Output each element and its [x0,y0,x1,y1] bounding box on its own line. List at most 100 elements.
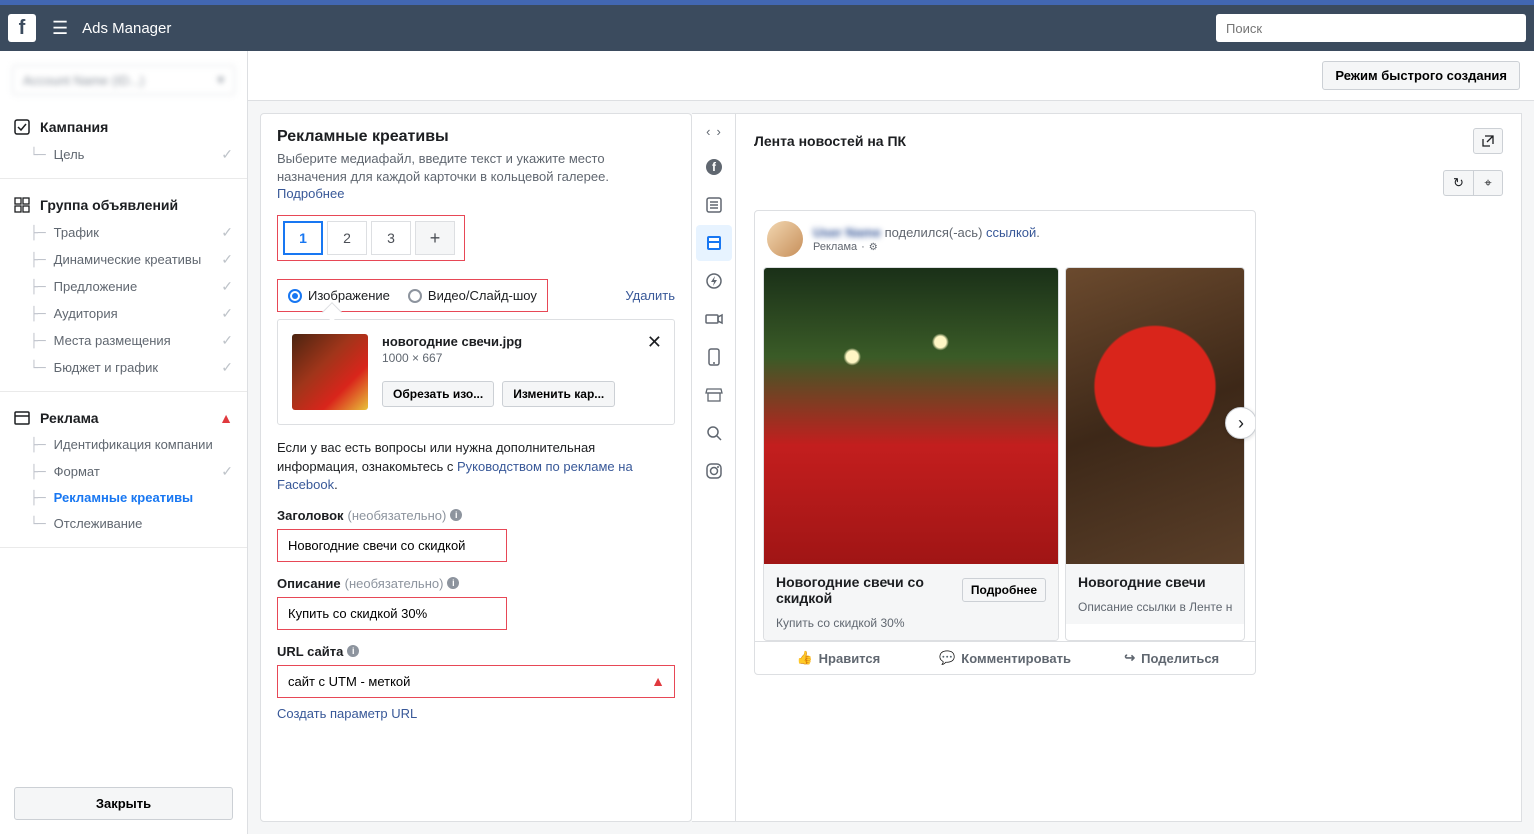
carousel-card-1[interactable]: Новогодние свечи со скидкой Подробнее Ку… [763,267,1059,641]
change-image-button[interactable]: Изменить кар... [502,381,615,407]
ad-icon [14,410,30,426]
carousel-card-title: Новогодние свечи со скидкой [776,574,954,606]
next-placement-icon[interactable]: › [717,124,721,139]
left-sidebar: Account Name (ID...) ▾ Кампания └─Цель ✓… [0,51,248,834]
sponsored-label: Реклама [813,241,857,253]
placement-instant-icon[interactable] [696,263,732,299]
check-icon: ✓ [221,278,233,295]
nav-item-budget[interactable]: └─Бюджет и график✓ [0,354,247,381]
ad-preview-card: User Name поделился(-ась) ссылкой. Рекла… [754,210,1256,675]
media-type-video[interactable]: Видео/Слайд-шоу [408,288,537,303]
carousel-image [764,268,1058,564]
check-icon: ✓ [221,332,233,349]
nav-item-offer[interactable]: ├─Предложение✓ [0,273,247,300]
learn-more-link[interactable]: Подробнее [277,186,344,201]
carousel-card-2[interactable]: Новогодние свечи Описание ссылки в Ленте… [1065,267,1245,641]
like-button[interactable]: 👍 Нравится [755,642,922,674]
nav-campaign-label: Кампания [40,119,108,135]
close-button[interactable]: Закрыть [14,787,233,820]
media-type-image[interactable]: Изображение [288,288,390,303]
placement-facebook-icon[interactable]: f [696,149,732,185]
account-selector[interactable]: Account Name (ID...) ▾ [12,65,235,95]
adset-icon [14,197,30,213]
menu-icon[interactable]: ☰ [52,18,68,39]
placement-marketplace-icon[interactable] [696,377,732,413]
comment-icon: 💬 [939,650,955,666]
check-icon: ✓ [221,146,233,163]
nav-item-format[interactable]: ├─Формат✓ [0,458,247,485]
card-tab-3[interactable]: 3 [371,221,411,255]
gear-icon[interactable]: ⚙ [869,242,878,253]
url-label: URL сайта i [277,644,675,659]
carousel-card-desc: Купить со скидкой 30% [776,616,1046,630]
url-input[interactable] [277,665,675,698]
nav-ad-header[interactable]: Реклама ▲ [0,404,247,432]
placement-instagram-icon[interactable] [696,453,732,489]
info-icon[interactable]: i [447,577,459,589]
placement-search-icon[interactable] [696,415,732,451]
page-avatar [767,221,803,257]
nav-item-tracking[interactable]: └─Отслеживание [0,511,247,537]
radio-unchecked-icon [408,289,422,303]
share-button[interactable]: ↪ Поделиться [1088,642,1255,674]
campaign-icon [14,119,30,135]
nav-item-goal[interactable]: └─Цель ✓ [0,141,247,168]
shared-link[interactable]: ссылкой [986,225,1036,240]
nav-item-placements[interactable]: ├─Места размещения✓ [0,327,247,354]
comment-button[interactable]: 💬 Комментировать [922,642,1089,674]
facebook-logo-icon[interactable]: f [8,14,36,42]
prev-placement-icon[interactable]: ‹ [706,124,710,139]
info-icon[interactable]: i [450,509,462,521]
headline-label: Заголовок (необязательно) i [277,508,675,523]
share-icon: ↪ [1124,650,1135,666]
carousel-image [1066,268,1244,564]
nav-item-traffic[interactable]: ├─Трафик✓ [0,219,247,246]
radio-checked-icon [288,289,302,303]
delete-card-link[interactable]: Удалить [625,288,675,303]
nav-item-identity[interactable]: ├─Идентификация компании [0,432,247,458]
headline-input[interactable] [277,529,507,562]
card-tab-1[interactable]: 1 [283,221,323,255]
nav-item-audience[interactable]: ├─Аудитория✓ [0,300,247,327]
info-icon[interactable]: i [347,645,359,657]
description-input[interactable] [277,597,507,630]
placement-desktop-feed-icon[interactable] [696,225,732,261]
description-label: Описание (необязательно) i [277,576,675,591]
page-name[interactable]: User Name [813,225,881,240]
placement-rail: ‹ › f [692,113,736,822]
help-text: Если у вас есть вопросы или нужна дополн… [277,439,675,494]
preview-title: Лента новостей на ПК [754,133,906,149]
carousel-preview: Новогодние свечи со скидкой Подробнее Ку… [755,267,1255,641]
debug-icon[interactable]: ⌖ [1473,170,1503,196]
open-external-icon[interactable] [1473,128,1503,154]
placement-video-icon[interactable] [696,301,732,337]
carousel-card-tabs: 1 2 3 + [277,215,465,261]
create-url-param-link[interactable]: Создать параметр URL [277,706,675,721]
media-filename: новогодние свечи.jpg [382,334,660,349]
refresh-icon[interactable]: ↻ [1443,170,1473,196]
account-name: Account Name (ID...) [23,73,144,88]
warning-icon: ▲ [219,410,233,426]
nav-item-creatives[interactable]: ├─Рекламные креативы [0,485,247,511]
card-tab-2[interactable]: 2 [327,221,367,255]
carousel-next-icon[interactable]: › [1225,407,1256,439]
placement-mobile-icon[interactable] [696,339,732,375]
search-container [1216,14,1526,42]
search-input[interactable] [1216,14,1526,42]
check-icon: ✓ [221,359,233,376]
carousel-card-desc: Описание ссылки в Ленте ново [1078,600,1232,614]
add-card-button[interactable]: + [415,221,455,255]
warning-icon: ▲ [651,673,665,689]
media-file-box: новогодние свечи.jpg 1000 × 667 Обрезать… [277,319,675,425]
quick-create-button[interactable]: Режим быстрого создания [1322,61,1520,90]
remove-media-icon[interactable]: ✕ [647,332,662,353]
nav-adset-header[interactable]: Группа объявлений [0,191,247,219]
cta-button[interactable]: Подробнее [962,578,1046,602]
placement-feed-icon[interactable] [696,187,732,223]
editor-subtitle: Выберите медиафайл, введите текст и укаж… [277,150,675,186]
crop-image-button[interactable]: Обрезать изо... [382,381,494,407]
app-header: f ☰ Ads Manager [0,5,1534,51]
preview-panel: Лента новостей на ПК ↻ ⌖ [736,113,1522,822]
nav-item-dynamic[interactable]: ├─Динамические креативы✓ [0,246,247,273]
nav-campaign-header[interactable]: Кампания [0,113,247,141]
